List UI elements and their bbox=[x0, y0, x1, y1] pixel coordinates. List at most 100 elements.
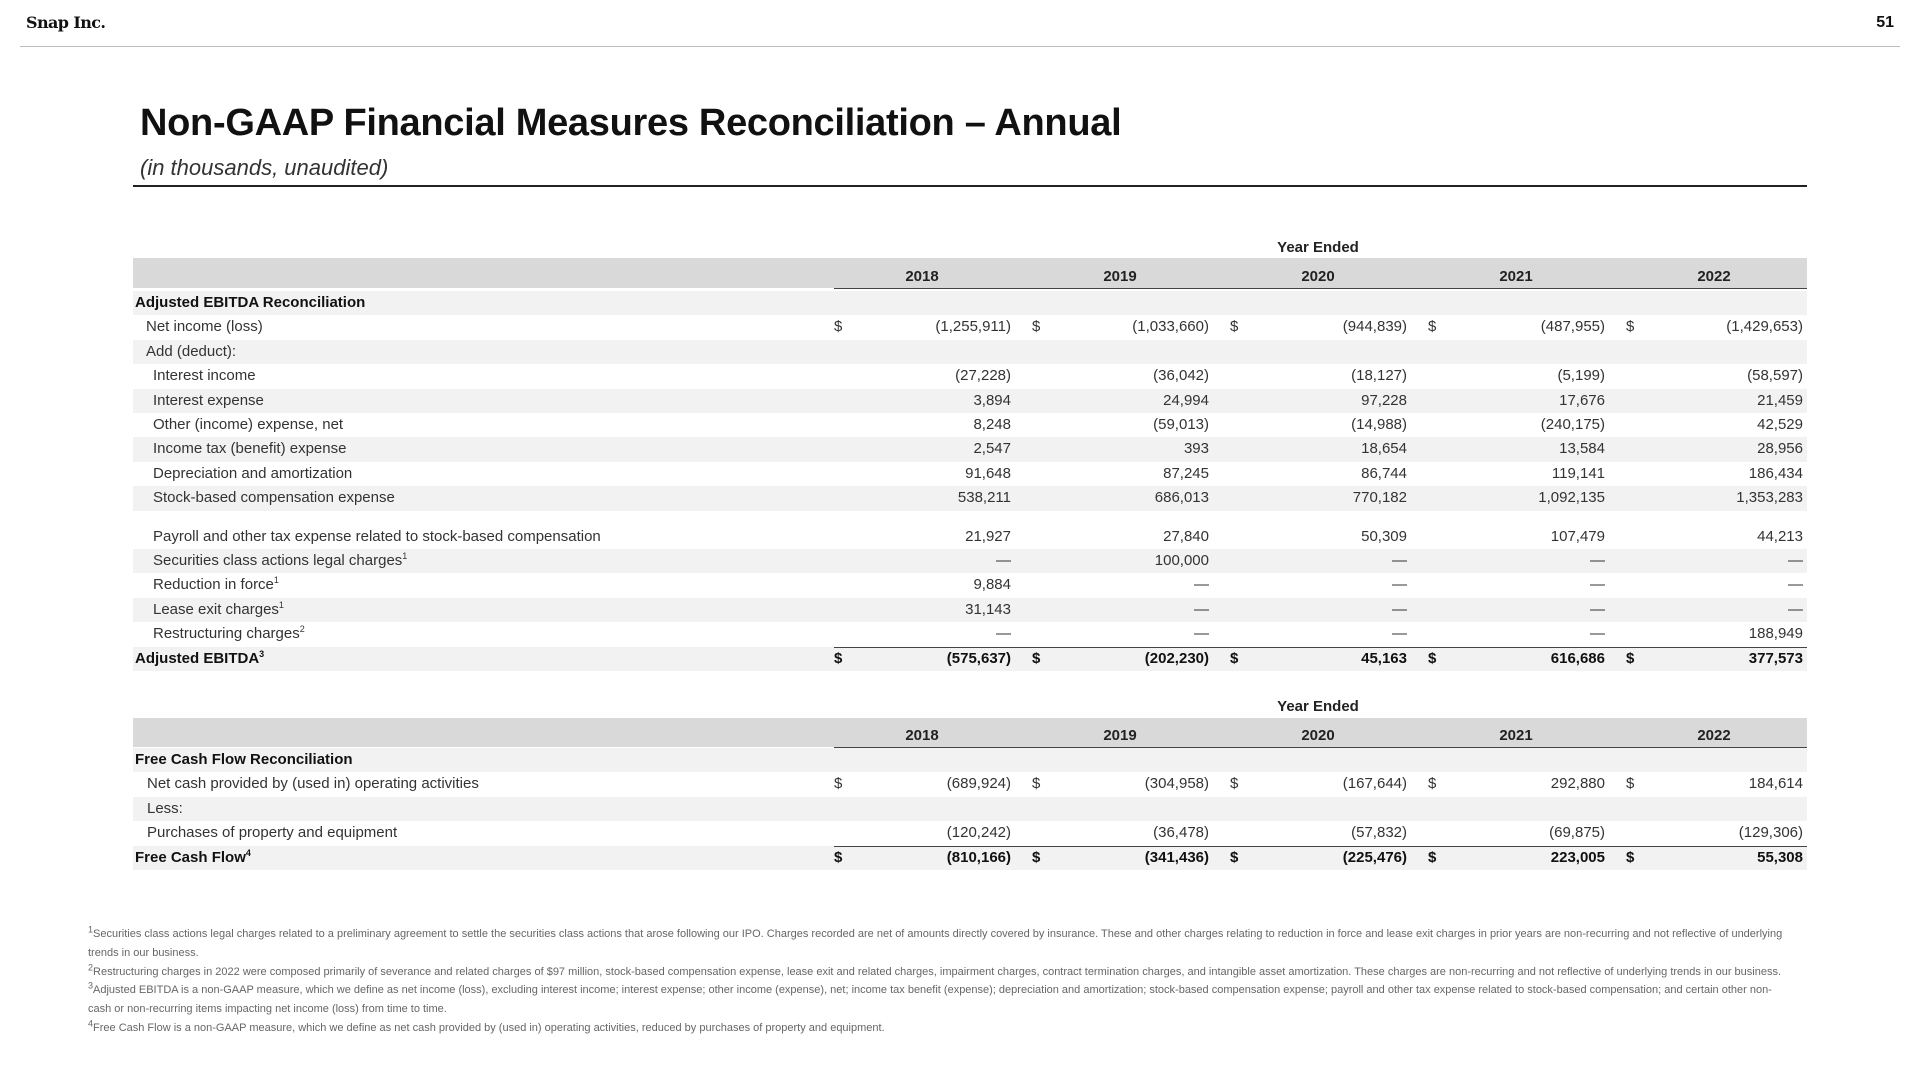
value-2018: — bbox=[996, 552, 1011, 569]
fcf-total-rule bbox=[834, 845, 1807, 847]
row-label: Interest income bbox=[153, 367, 256, 385]
value-2022: 28,956 bbox=[1757, 440, 1803, 458]
value-2022: 1,353,283 bbox=[1736, 489, 1803, 507]
total-value-2020: (225,476) bbox=[1342, 848, 1407, 866]
currency-symbol: $ bbox=[834, 649, 843, 667]
value-2019: 27,840 bbox=[1163, 527, 1209, 545]
year-ended-label: Year Ended bbox=[1277, 239, 1359, 256]
value-2021: (240,175) bbox=[1540, 416, 1605, 433]
currency-symbol: $ bbox=[1626, 775, 1635, 793]
value-2021: (487,955) bbox=[1540, 318, 1605, 336]
column-year-2019: 2019 bbox=[1103, 268, 1137, 285]
footnote-1: 1Securities class actions legal charges … bbox=[88, 924, 1783, 959]
currency-symbol: $ bbox=[1032, 775, 1041, 793]
value-2018: (120,242) bbox=[946, 824, 1011, 842]
value-2020: 86,744 bbox=[1361, 464, 1407, 482]
footnote-3: 3Adjusted EBITDA is a non-GAAP measure, … bbox=[88, 980, 1772, 1016]
value-2022: — bbox=[1788, 552, 1803, 569]
row-label: Income tax (benefit) expense bbox=[153, 440, 347, 458]
column-year-2021: 2021 bbox=[1499, 268, 1533, 285]
footnotes: 1Securities class actions legal charges … bbox=[88, 925, 1788, 1038]
total-value-2021: 616,686 bbox=[1550, 649, 1605, 667]
value-2020: — bbox=[1392, 625, 1407, 643]
value-2020: — bbox=[1392, 552, 1407, 569]
value-2021: — bbox=[1590, 600, 1605, 618]
value-2019: 393 bbox=[1183, 440, 1209, 458]
row-label: Less: bbox=[147, 799, 183, 817]
row-label: Stock-based compensation expense bbox=[153, 489, 395, 507]
total-value-2020: 45,163 bbox=[1361, 649, 1407, 667]
value-2020: — bbox=[1392, 576, 1407, 594]
ebitda-section-band bbox=[133, 291, 1807, 316]
value-2018: 31,143 bbox=[965, 600, 1011, 618]
value-2020: 97,228 bbox=[1361, 391, 1407, 409]
value-2020: — bbox=[1392, 600, 1407, 618]
value-2019: 100,000 bbox=[1154, 552, 1209, 569]
value-2018: 2,547 bbox=[973, 440, 1011, 458]
value-2019: 87,245 bbox=[1163, 464, 1209, 482]
value-2022: (58,597) bbox=[1747, 367, 1803, 385]
currency-symbol: $ bbox=[834, 775, 843, 793]
currency-symbol: $ bbox=[1032, 318, 1041, 336]
value-2019: 686,013 bbox=[1154, 489, 1209, 507]
year-ended-label: Year Ended bbox=[1277, 698, 1359, 715]
value-2022: 42,529 bbox=[1757, 416, 1803, 433]
ebitda-total-label: Adjusted EBITDA3 bbox=[135, 648, 265, 667]
top-bar: Snap Inc. 51 bbox=[20, 0, 1900, 47]
row-label: Net cash provided by (used in) operating… bbox=[147, 775, 479, 793]
value-2021: — bbox=[1590, 625, 1605, 643]
value-2022: — bbox=[1788, 576, 1803, 594]
fcf-section-label: Free Cash Flow Reconciliation bbox=[135, 751, 353, 768]
value-2021: 292,880 bbox=[1550, 775, 1605, 793]
value-2019: 24,994 bbox=[1163, 391, 1209, 409]
row-label: Interest expense bbox=[153, 391, 264, 409]
row-label: Reduction in force1 bbox=[153, 575, 279, 594]
value-2021: 107,479 bbox=[1550, 527, 1605, 545]
currency-symbol: $ bbox=[1428, 848, 1437, 866]
value-2019: (59,013) bbox=[1153, 416, 1209, 433]
row-label: Other (income) expense, net bbox=[153, 416, 344, 433]
ebitda-total-rule bbox=[834, 646, 1807, 648]
currency-symbol: $ bbox=[1032, 848, 1041, 866]
row-label: Net income (loss) bbox=[146, 318, 263, 336]
row-label: Lease exit charges1 bbox=[153, 599, 284, 618]
currency-symbol: $ bbox=[1032, 649, 1041, 667]
currency-symbol: $ bbox=[1230, 848, 1239, 866]
value-2021: — bbox=[1590, 552, 1605, 569]
value-2021: 17,676 bbox=[1559, 391, 1605, 409]
total-value-2019: (202,230) bbox=[1144, 649, 1209, 667]
value-2021: 1,092,135 bbox=[1538, 489, 1605, 507]
column-year-2019: 2019 bbox=[1103, 727, 1137, 744]
value-2018: (27,228) bbox=[955, 367, 1011, 385]
column-year-2020: 2020 bbox=[1301, 268, 1335, 285]
fcf-total-label: Free Cash Flow4 bbox=[135, 847, 251, 866]
value-2018: 9,884 bbox=[973, 576, 1011, 594]
row-label: Add (deduct): bbox=[146, 342, 237, 360]
total-value-2019: (341,436) bbox=[1144, 848, 1209, 866]
value-2022: 184,614 bbox=[1748, 775, 1803, 793]
value-2020: 18,654 bbox=[1361, 440, 1407, 458]
currency-symbol: $ bbox=[1230, 318, 1239, 336]
fcf-row-band bbox=[133, 796, 1807, 822]
row-label: Depreciation and amortization bbox=[153, 464, 353, 482]
column-year-2022: 2022 bbox=[1697, 268, 1731, 285]
value-2019: (36,478) bbox=[1153, 824, 1209, 842]
currency-symbol: $ bbox=[1626, 848, 1635, 866]
footnote-4: 4Free Cash Flow is a non-GAAP measure, w… bbox=[88, 1018, 885, 1034]
currency-symbol: $ bbox=[1626, 649, 1635, 667]
value-2020: (944,839) bbox=[1342, 318, 1407, 336]
row-label: Purchases of property and equipment bbox=[147, 824, 398, 842]
value-2021: — bbox=[1590, 576, 1605, 594]
value-2020: 770,182 bbox=[1352, 489, 1407, 507]
column-year-2020: 2020 bbox=[1301, 727, 1335, 744]
currency-symbol: $ bbox=[1230, 775, 1239, 793]
currency-symbol: $ bbox=[1428, 318, 1437, 336]
value-2019: (304,958) bbox=[1144, 775, 1209, 793]
currency-symbol: $ bbox=[1428, 649, 1437, 667]
fcf-section-band bbox=[133, 748, 1807, 773]
ebitda-section-label: Adjusted EBITDA Reconciliation bbox=[135, 294, 366, 311]
ebitda-header-underline bbox=[834, 288, 1807, 289]
row-label: Securities class actions legal charges1 bbox=[153, 551, 408, 570]
total-value-2021: 223,005 bbox=[1550, 848, 1605, 866]
value-2020: (18,127) bbox=[1351, 367, 1407, 385]
